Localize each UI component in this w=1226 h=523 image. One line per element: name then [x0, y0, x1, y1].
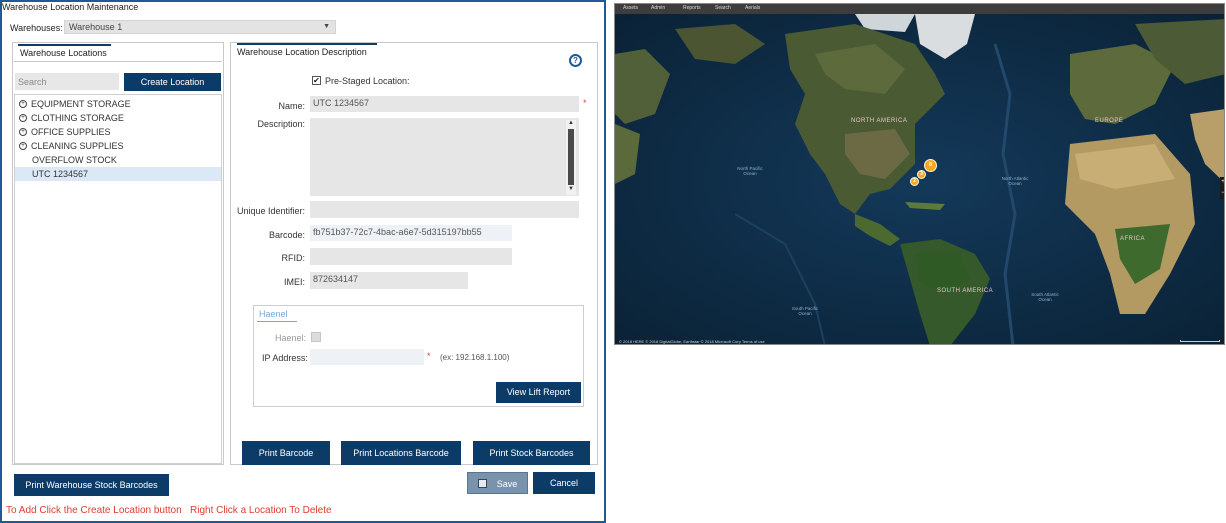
print-locations-barcode-button[interactable]: Print Locations Barcode — [341, 441, 461, 465]
world-map-window: Assets Admin Reports Search Aerials NORT… — [614, 3, 1225, 345]
description-field[interactable] — [310, 118, 579, 196]
tab-underline — [257, 321, 297, 322]
view-lift-report-button[interactable]: View Lift Report — [496, 382, 581, 403]
imei-field[interactable]: 872634147 — [310, 272, 468, 289]
continent-label: NORTH AMERICA — [851, 118, 908, 124]
list-item-label: UTC 1234567 — [32, 169, 89, 179]
map-imagery — [615, 14, 1224, 344]
print-stock-barcodes-button[interactable]: Print Stock Barcodes — [473, 441, 590, 465]
save-disk-icon — [477, 479, 487, 489]
tab-divider — [14, 61, 222, 62]
scroll-down-icon[interactable]: ▼ — [568, 186, 574, 192]
tab-location-description[interactable]: Warehouse Location Description — [237, 43, 377, 59]
ip-address-label: IP Address: — [262, 353, 308, 363]
satellite-map[interactable]: NORTH AMERICA SOUTH AMERICA EUROPE AFRIC… — [615, 14, 1224, 344]
zoom-in-button[interactable]: + — [1220, 177, 1224, 188]
print-barcode-button[interactable]: Print Barcode — [242, 441, 330, 465]
search-input[interactable] — [15, 73, 119, 90]
ocean-label: North Pacific Ocean — [737, 166, 763, 176]
list-item-label: CLOTHING STORAGE — [31, 113, 124, 123]
barcode-label: Barcode: — [268, 230, 305, 240]
list-item[interactable]: OVERFLOW STOCK — [15, 153, 221, 167]
expand-plus-icon[interactable]: + — [19, 113, 27, 122]
list-item-label: EQUIPMENT STORAGE — [31, 99, 131, 109]
ip-address-field[interactable] — [310, 349, 424, 365]
expand-plus-icon[interactable]: + — [19, 99, 27, 108]
map-cluster-marker[interactable]: 3 — [917, 170, 926, 179]
name-field[interactable]: UTC 1234567 — [310, 96, 579, 112]
barcode-field[interactable]: fb751b37-72c7-4bac-a6e7-5d315197bb55 — [310, 225, 512, 241]
map-scale-bar — [1180, 340, 1220, 342]
list-item[interactable]: + CLEANING SUPPLIES — [15, 139, 221, 153]
nav-item-reports[interactable]: Reports — [683, 5, 701, 11]
map-nav-bar: Assets Admin Reports Search Aerials — [615, 4, 1224, 14]
nav-item-admin[interactable]: Admin — [651, 5, 665, 11]
imei-label: IMEI: — [283, 277, 305, 287]
warehouse-select[interactable]: Warehouse 1 ▼ — [64, 20, 336, 34]
instructions-message: To Add Click the Create Location button … — [6, 505, 332, 516]
list-item-selected[interactable]: UTC 1234567 — [15, 167, 221, 181]
dialog-title: Warehouse Location Maintenance — [2, 2, 139, 12]
scroll-up-icon[interactable]: ▲ — [568, 120, 574, 126]
ocean-label: North Atlantic Ocean — [1001, 176, 1029, 186]
rfid-field[interactable] — [310, 248, 512, 265]
chevron-down-icon: ▼ — [323, 23, 330, 30]
nav-item-aerials[interactable]: Aerials — [745, 5, 760, 11]
description-scrollbar[interactable]: ▲ ▼ — [566, 120, 576, 195]
unique-identifier-label: Unique Identifier: — [236, 206, 305, 216]
ip-address-hint: (ex: 192.168.1.100) — [440, 353, 510, 362]
warehouses-label: Warehouses: — [10, 23, 63, 33]
continent-label: SOUTH AMERICA — [937, 288, 994, 294]
list-item-label: OFFICE SUPPLIES — [31, 127, 111, 137]
tab-warehouse-locations[interactable]: Warehouse Locations — [18, 44, 111, 60]
save-button-label: Save — [496, 479, 518, 489]
zoom-out-button[interactable]: − — [1220, 188, 1224, 199]
map-cluster-marker[interactable]: 8 — [924, 159, 937, 172]
ocean-label: South Pacific Ocean — [791, 306, 819, 316]
warehouse-select-value: Warehouse 1 — [69, 22, 123, 32]
help-icon[interactable]: ? — [569, 54, 582, 67]
list-item-label: CLEANING SUPPLIES — [31, 141, 124, 151]
ocean-label: South Atlantic Ocean — [1031, 292, 1059, 302]
description-label: Description: — [257, 119, 305, 129]
rfid-label: RFID: — [281, 253, 306, 263]
print-warehouse-stock-barcodes-button[interactable]: Print Warehouse Stock Barcodes — [14, 474, 169, 496]
prestaged-label: Pre-Staged Location: — [325, 76, 410, 86]
tab-haenel[interactable]: Haenel — [259, 309, 288, 319]
haenel-label: Haenel: — [275, 333, 307, 343]
zoom-control[interactable]: + − — [1220, 177, 1224, 199]
list-item-label: OVERFLOW STOCK — [32, 155, 117, 165]
expand-plus-icon[interactable]: + — [19, 127, 27, 136]
expand-plus-icon[interactable]: + — [19, 141, 27, 150]
create-location-button[interactable]: Create Location — [124, 73, 221, 91]
save-button[interactable]: Save — [467, 472, 528, 494]
required-mark: * — [427, 351, 431, 361]
unique-identifier-field[interactable] — [310, 201, 579, 218]
scrollbar-thumb[interactable] — [568, 129, 574, 185]
nav-item-search[interactable]: Search — [715, 5, 731, 11]
map-cluster-marker[interactable]: 2 — [910, 177, 919, 186]
map-attribution[interactable]: © 2018 HERE © 2018 DigitalGlobe, Earthst… — [619, 339, 765, 344]
nav-item-assets[interactable]: Assets — [623, 5, 638, 11]
haenel-checkbox[interactable] — [311, 332, 321, 342]
continent-label: EUROPE — [1095, 118, 1124, 124]
prestaged-checkbox[interactable]: ✔ — [312, 76, 321, 85]
required-mark: * — [583, 98, 587, 108]
continent-label: AFRICA — [1120, 236, 1146, 242]
name-label: Name: — [278, 101, 305, 111]
cancel-button[interactable]: Cancel — [533, 472, 595, 494]
